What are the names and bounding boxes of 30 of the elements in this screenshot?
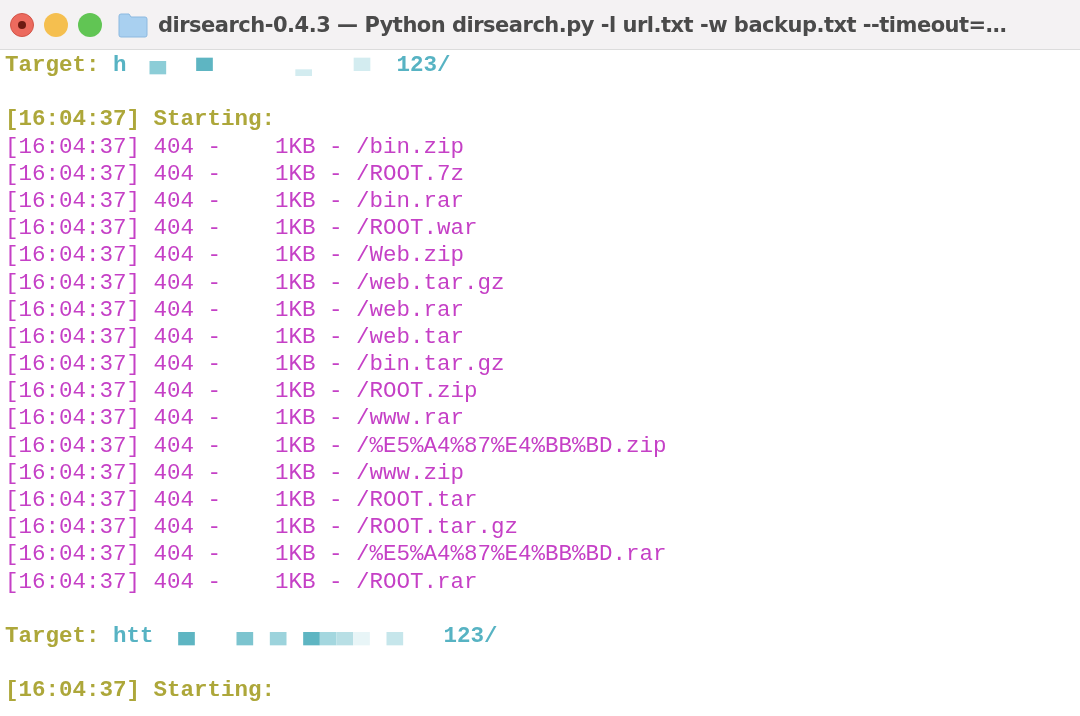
result-line: [16:04:37] 404 - 1KB - /bin.tar.gz xyxy=(5,351,505,379)
result-line: [16:04:37] 404 - 1KB - /www.zip xyxy=(5,459,465,487)
zoom-button[interactable] xyxy=(78,12,102,37)
result-line: [16:04:37] 404 - 1KB - /web.tar xyxy=(5,323,465,352)
target-url-start: h xyxy=(113,52,127,80)
starting-line: [16:04:37] Starting: xyxy=(5,677,276,705)
result-line: [16:04:37] 404 - 1KB - /bin.rar xyxy=(5,187,465,216)
result-line: [16:04:37] 404 - 1KB - /ROOT.rar xyxy=(5,568,478,596)
target-label: Target: xyxy=(5,52,100,80)
result-line: [16:04:37] 404 - 1KB - /ROOT.zip xyxy=(5,378,478,406)
target-label: Target: xyxy=(5,622,100,651)
result-line: [16:04:37] 404 - 1KB - /ROOT.tar xyxy=(5,487,478,515)
result-line: [16:04:37] 404 - 1KB - /ROOT.7z xyxy=(5,160,465,188)
folder-icon xyxy=(118,11,148,38)
result-line: [16:04:37] 404 - 1KB - /Web.zip xyxy=(5,242,465,270)
window-title: dirsearch-0.4.3 — Python dirsearch.py -l url.txt -w backup.txt --timeout=… xyxy=(158,12,1007,37)
result-line: [16:04:37] 404 - 1KB - /web.tar.gz xyxy=(5,269,505,297)
result-line: [16:04:37] 404 - 1KB - /%E5%A4%87%E4%BB%BD.zip xyxy=(5,432,667,460)
target-url-end: 123/ xyxy=(396,52,451,80)
close-button[interactable] xyxy=(10,12,34,37)
minimize-button[interactable] xyxy=(44,12,68,37)
starting-line: [16:04:37] Starting: xyxy=(5,106,276,134)
result-line: [16:04:37] 404 - 1KB - /web.rar xyxy=(5,296,465,324)
target-url-end: 123/ xyxy=(443,622,498,651)
result-line: [16:04:37] 404 - 1KB - /ROOT.war xyxy=(5,215,478,243)
result-line: [16:04:37] 404 - 1KB - /bin.zip xyxy=(5,133,465,161)
result-line: [16:04:37] 404 - 1KB - /www.rar xyxy=(5,405,465,433)
target-url-start: htt xyxy=(113,622,154,651)
result-line: [16:04:37] 404 - 1KB - /%E5%A4%87%E4%BB%BD.rar xyxy=(5,541,667,569)
result-line: [16:04:37] 404 - 1KB - /ROOT.tar.gz xyxy=(5,514,519,542)
